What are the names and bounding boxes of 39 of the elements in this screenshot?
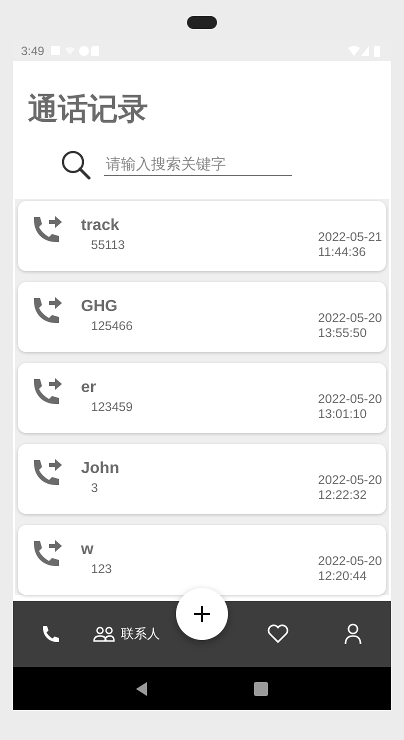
call-date: 2022-05-20: [318, 473, 382, 488]
plus-icon: [192, 605, 211, 623]
call-time: 13:01:10: [318, 407, 368, 422]
call-time: 13:55:50: [318, 326, 368, 341]
phone-number: 123459: [91, 400, 134, 414]
status-time: 3:49: [21, 44, 44, 58]
call-card[interactable]: er 123459 2022-05-20 13:01:10: [18, 363, 386, 433]
call-card[interactable]: track 55113 2022-05-21 11:44:36: [18, 201, 386, 271]
back-icon[interactable]: [136, 682, 148, 696]
overview-icon[interactable]: [254, 682, 268, 696]
call-time: 12:22:32: [318, 488, 368, 503]
contact-name: John: [81, 460, 120, 478]
call-card[interactable]: John 3 2022-05-20 12:22:32: [18, 444, 386, 514]
contacts-tab[interactable]: 联系人: [88, 621, 164, 647]
contact-name: w: [81, 541, 94, 559]
contact-name: track: [81, 217, 120, 235]
search-field[interactable]: 请输入搜索关键字: [104, 154, 292, 176]
contact-name: er: [81, 379, 98, 397]
contact-name: GHG: [81, 298, 118, 316]
page-title: 通话记录: [28, 92, 149, 128]
call-date: 2022-05-21: [318, 230, 382, 245]
phone-number: 123: [91, 562, 113, 576]
call-card[interactable]: w 123 2022-05-20 12:20:44: [18, 525, 386, 595]
search-icon[interactable]: [60, 149, 92, 181]
call-card[interactable]: GHG 125466 2022-05-20 13:55:50: [18, 282, 386, 352]
call-date: 2022-05-20: [318, 392, 382, 407]
call-time: 11:44:36: [318, 245, 367, 260]
call-date: 2022-05-20: [318, 311, 382, 326]
phone-number: 55113: [91, 238, 126, 252]
phone-icon: [40, 624, 61, 644]
phone-number: 3: [91, 481, 99, 495]
add-button[interactable]: [176, 588, 228, 640]
people-icon: [92, 626, 115, 642]
call-time: 12:20:44: [318, 569, 368, 584]
call-date: 2022-05-20: [318, 554, 382, 569]
person-icon: [344, 623, 362, 645]
heart-icon: [266, 624, 289, 644]
speaker-slot: [187, 16, 217, 28]
phone-number: 125466: [91, 319, 134, 333]
